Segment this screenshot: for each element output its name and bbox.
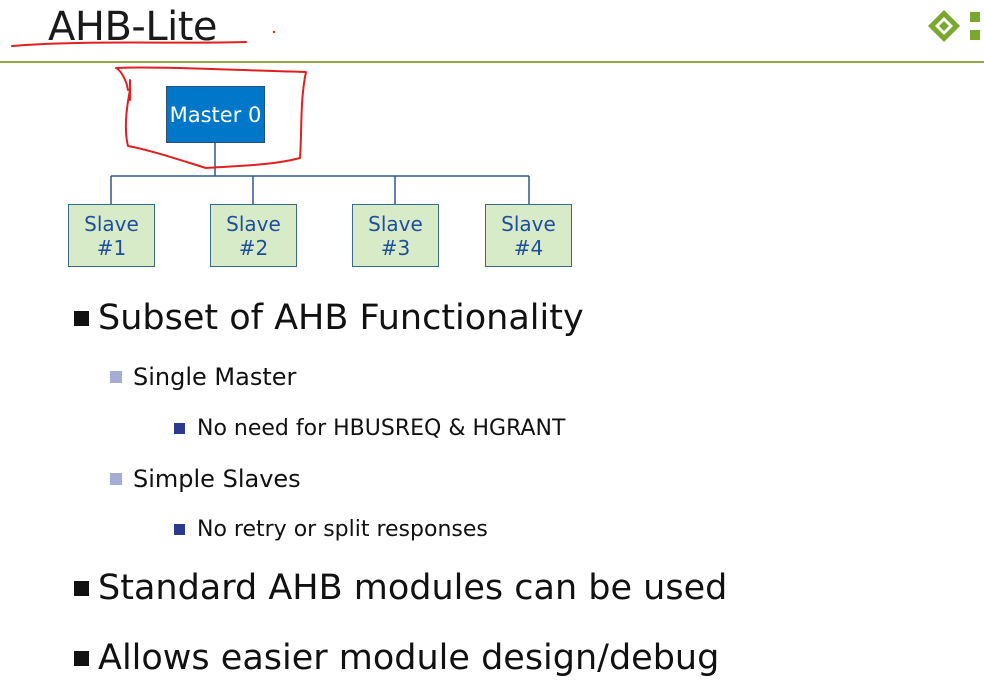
square-bullet-icon: [110, 473, 122, 485]
bullet-single-master-text: Single Master: [133, 363, 297, 391]
square-bullet-icon: [110, 371, 122, 383]
square-bullet-icon: [74, 310, 89, 326]
bullet-no-need: No need for HBUSREQ & HGRANT: [174, 416, 565, 441]
master-label: Master 0: [169, 102, 262, 127]
bullet-no-need-text: No need for HBUSREQ & HGRANT: [197, 416, 566, 441]
slave-4-block: Slave #4: [485, 204, 572, 267]
slave-4-line2: #4: [513, 235, 544, 260]
slave-2-line2: #2: [238, 235, 269, 260]
slave-4-line1: Slave: [501, 211, 556, 236]
slave-1-line1: Slave: [84, 211, 139, 236]
square-bullet-icon: [174, 423, 185, 434]
square-bullet-icon: [74, 650, 89, 666]
slave-3-block: Slave #3: [352, 204, 439, 267]
square-bullet-icon: [74, 580, 89, 596]
slave-2-line1: Slave: [226, 211, 281, 236]
slave-2-block: Slave #2: [210, 204, 297, 267]
bullet-standard-text: Standard AHB modules can be used: [98, 568, 728, 608]
bullet-simple-slaves-text: Simple Slaves: [133, 465, 301, 493]
bullet-allows: Allows easier module design/debug: [74, 638, 719, 678]
bullet-no-retry-text: No retry or split responses: [197, 517, 488, 542]
bullet-subset: Subset of AHB Functionality: [74, 298, 584, 338]
slave-1-block: Slave #1: [68, 204, 155, 267]
bullet-allows-text: Allows easier module design/debug: [98, 638, 720, 678]
slave-1-line2: #1: [96, 235, 127, 260]
slave-3-line2: #3: [380, 235, 411, 260]
bullet-single-master: Single Master: [110, 363, 296, 391]
bullet-no-retry: No retry or split responses: [174, 517, 488, 542]
square-bullet-icon: [174, 524, 185, 535]
slave-3-line1: Slave: [368, 211, 423, 236]
bullet-standard: Standard AHB modules can be used: [74, 568, 727, 608]
master-0-block: Master 0: [166, 86, 265, 143]
bullet-subset-text: Subset of AHB Functionality: [98, 298, 584, 338]
bullet-simple-slaves: Simple Slaves: [110, 465, 301, 493]
